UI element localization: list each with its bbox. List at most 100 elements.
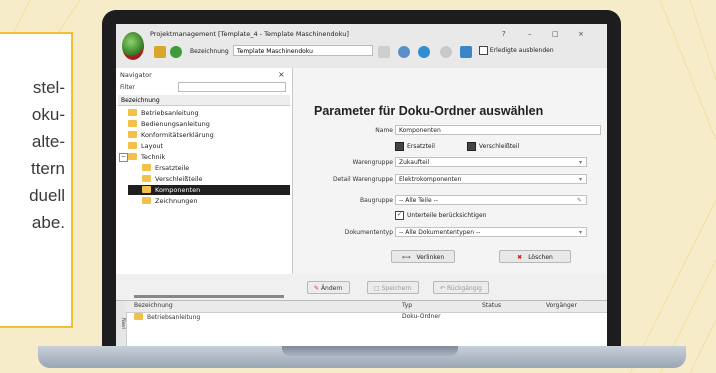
folder-icon xyxy=(128,153,137,160)
splitter-handle[interactable] xyxy=(134,295,284,298)
aendern-label: Ändern xyxy=(320,285,343,292)
tree-item-layout[interactable]: Layout xyxy=(128,141,163,151)
detail-warengruppe-select[interactable]: Elektrokomponenten ▾ xyxy=(395,174,587,184)
folder-icon xyxy=(128,120,137,127)
tree-item-label: Zeichnungen xyxy=(155,197,198,205)
checkbox-box[interactable] xyxy=(479,46,488,55)
tree-item-bedienungsanleitung[interactable]: Bedienungsanleitung xyxy=(128,119,210,129)
grid-header: Bezeichnung Typ Status Vorgänger xyxy=(126,301,607,313)
help-button[interactable]: ? xyxy=(502,30,506,38)
warengruppe-label: Warengruppe xyxy=(352,159,393,166)
tree-item-betriebsanleitung[interactable]: Betriebsanleitung xyxy=(128,108,199,118)
bezeichnung-input[interactable]: Template Maschinendoku xyxy=(233,45,373,56)
baugruppe-input[interactable]: -- Alle Teile -- ✎ xyxy=(395,195,587,205)
checkbox-box[interactable] xyxy=(395,142,404,151)
baugruppe-label: Baugruppe xyxy=(360,197,393,204)
unterteile-label: Unterteile berücksichtigen xyxy=(407,212,487,219)
side-text-line: ttern xyxy=(30,159,65,178)
loeschen-label: Löschen xyxy=(528,254,553,261)
verlinken-button[interactable]: ⟷ Verlinken xyxy=(391,250,455,263)
aendern-button[interactable]: ✎ Ändern xyxy=(307,281,350,294)
tree-collapse-toggle[interactable]: − xyxy=(119,153,128,162)
tree-item-label: Bedienungsanleitung xyxy=(141,120,210,128)
filter-input[interactable] xyxy=(178,82,286,92)
side-text-line: duell xyxy=(29,186,65,205)
verschleissteil-label: Verschleißteil xyxy=(479,143,520,150)
column-header-status[interactable]: Status xyxy=(482,302,501,309)
dokumententyp-select[interactable]: -- Alle Dokumententypen -- ▾ xyxy=(395,227,587,237)
column-header-vorgaenger[interactable]: Vorgänger xyxy=(546,302,577,309)
app-logo-icon xyxy=(122,32,144,60)
detail-warengruppe-value: Elektrokomponenten xyxy=(399,176,462,183)
undo-button[interactable]: ↶ Rückgängig xyxy=(433,281,489,294)
settings-icon[interactable] xyxy=(440,46,452,58)
table-row[interactable]: Betriebsanleitung Doku-Ordner xyxy=(126,313,607,323)
form-panel: Parameter für Doku-Ordner auswählen Name… xyxy=(293,68,607,274)
close-window-button[interactable]: × xyxy=(578,30,584,38)
side-text-line: abe. xyxy=(31,213,65,232)
undo-icon: ↶ xyxy=(440,285,447,292)
bottom-toolbar: ✎ Ändern □ Speichern ↶ Rückgängig xyxy=(293,278,607,296)
save-button[interactable]: □ Speichern xyxy=(367,281,419,294)
warengruppe-select[interactable]: Zukaufteil ▾ xyxy=(395,157,587,167)
tree-item-ersatzteile[interactable]: Ersatzteile xyxy=(142,163,189,173)
navigator-close-icon[interactable]: × xyxy=(278,70,285,79)
ersatzteil-label: Ersatzteil xyxy=(407,143,435,150)
warengruppe-value: Zukaufteil xyxy=(399,159,430,166)
folder-icon xyxy=(142,164,151,171)
side-text-line: oku- xyxy=(31,105,65,124)
chevron-down-icon[interactable]: ▾ xyxy=(579,158,582,167)
tree-item-zeichnungen[interactable]: Zeichnungen xyxy=(142,196,198,206)
tree-item-label: Ersatzteile xyxy=(155,164,190,172)
hide-done-label: Erledigte ausblenden xyxy=(489,47,554,54)
minimize-button[interactable]: – xyxy=(528,30,532,38)
checkmark-icon[interactable]: ✓ xyxy=(395,211,404,220)
tree-item-technik[interactable]: Technik xyxy=(128,152,165,162)
delete-icon: ✖ xyxy=(517,254,523,261)
side-text-line: stel- xyxy=(32,78,65,97)
folder-icon xyxy=(142,186,151,193)
verschleissteil-checkbox[interactable]: Verschleißteil xyxy=(467,142,519,151)
tree-item-verschleissteile[interactable]: Verschleißteile xyxy=(142,174,203,184)
unterteile-checkbox[interactable]: ✓ Unterteile berücksichtigen xyxy=(395,211,486,220)
save-icon: □ xyxy=(374,285,382,292)
chevron-down-icon[interactable]: ▾ xyxy=(579,175,582,184)
checkbox-box[interactable] xyxy=(467,142,476,151)
edit-icon[interactable] xyxy=(378,46,390,58)
side-text-card: stel- oku- alte- ttern duell abe. xyxy=(0,32,73,328)
chevron-down-icon[interactable]: ▾ xyxy=(579,228,582,237)
sync-icon[interactable] xyxy=(418,46,430,58)
folder-open-icon[interactable] xyxy=(460,46,472,58)
refresh-icon[interactable] xyxy=(170,46,182,58)
page-title: Parameter für Doku-Ordner auswählen xyxy=(314,104,544,118)
pencil-icon: ✎ xyxy=(314,285,321,292)
column-header-typ[interactable]: Typ xyxy=(402,302,412,309)
tree-item-komponenten[interactable]: Komponenten xyxy=(128,185,290,195)
filter-label: Filter xyxy=(120,84,135,91)
loeschen-button[interactable]: ✖ Löschen xyxy=(499,250,571,263)
laptop-bezel: Projektmanagement [Template_4 - Template… xyxy=(102,10,621,346)
cell-text: Betriebsanleitung xyxy=(147,314,201,321)
ersatzteil-checkbox[interactable]: Ersatzteil xyxy=(395,142,435,151)
name-input[interactable]: Komponenten xyxy=(395,125,601,135)
table-cell: Betriebsanleitung xyxy=(134,313,200,321)
link-icon[interactable] xyxy=(398,46,410,58)
column-header-bezeichnung[interactable]: Bezeichnung xyxy=(134,302,173,309)
tree-item-label: Technik xyxy=(141,153,166,161)
tree-item-konformitaetserklaerung[interactable]: Konformitätserklärung xyxy=(128,130,214,140)
navigator-column-header[interactable]: Bezeichnung xyxy=(118,95,290,106)
navigator-panel: Navigator × Filter Bezeichnung Betriebsa… xyxy=(116,68,293,274)
dokumententyp-label: Dokumententyp xyxy=(344,229,393,236)
save-label: Speichern xyxy=(381,285,412,292)
folder-icon xyxy=(128,131,137,138)
folder-icon xyxy=(142,175,151,182)
tree-item-label: Verschleißteile xyxy=(155,175,203,183)
hide-done-checkbox[interactable]: Erledigte ausblenden xyxy=(479,46,554,55)
detail-warengruppe-label: Detail Warengruppe xyxy=(332,176,393,183)
edit-icon[interactable]: ✎ xyxy=(577,196,582,205)
table-cell: Doku-Ordner xyxy=(402,313,441,320)
window-title: Projektmanagement [Template_4 - Template… xyxy=(150,30,349,38)
project-icon[interactable] xyxy=(154,46,166,58)
maximize-button[interactable]: □ xyxy=(552,30,559,38)
tree-item-label: Layout xyxy=(141,142,164,150)
